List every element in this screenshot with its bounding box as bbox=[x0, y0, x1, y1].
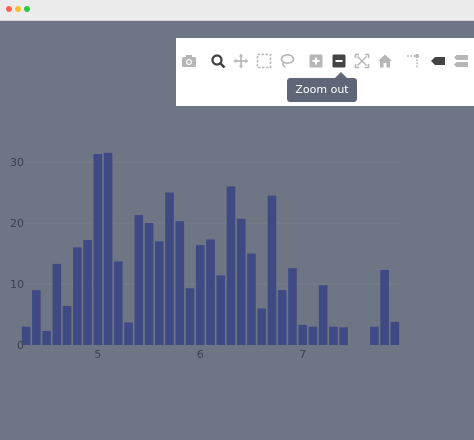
bar[interactable] bbox=[124, 322, 133, 345]
bar[interactable] bbox=[226, 186, 236, 345]
bar[interactable] bbox=[206, 239, 215, 345]
home-icon bbox=[378, 54, 392, 68]
x-tick-label: 7 bbox=[299, 348, 306, 361]
zoom-in-icon bbox=[309, 54, 323, 68]
y-tick-label: 20 bbox=[10, 217, 24, 230]
bar[interactable] bbox=[390, 321, 400, 345]
zoom-out-tooltip: Zoom out bbox=[287, 72, 357, 102]
bar[interactable] bbox=[380, 269, 389, 345]
bar[interactable] bbox=[298, 324, 307, 345]
reset-axes-button[interactable] bbox=[375, 51, 395, 71]
bar[interactable] bbox=[216, 275, 226, 345]
bar[interactable] bbox=[144, 223, 154, 345]
zoom-out-button[interactable] bbox=[329, 51, 349, 71]
bar[interactable] bbox=[339, 327, 348, 345]
bar[interactable] bbox=[175, 221, 185, 345]
bar[interactable] bbox=[134, 215, 144, 345]
hover-closest-icon bbox=[431, 57, 445, 65]
y-tick-label: 10 bbox=[10, 278, 24, 291]
zoom-icon bbox=[211, 54, 226, 69]
camera-icon bbox=[182, 55, 196, 67]
hover-compare-button[interactable] bbox=[451, 51, 471, 71]
x-tick-label: 6 bbox=[197, 348, 204, 361]
bar[interactable] bbox=[62, 305, 72, 345]
zoom-in-button[interactable] bbox=[306, 51, 326, 71]
lasso-select-button[interactable] bbox=[277, 51, 297, 71]
bar[interactable] bbox=[73, 247, 82, 345]
box-select-button[interactable] bbox=[254, 51, 274, 71]
bar[interactable] bbox=[277, 290, 287, 345]
pan-icon bbox=[233, 53, 249, 69]
hover-compare-icon bbox=[454, 55, 468, 67]
bar[interactable] bbox=[32, 290, 41, 345]
zoom-out-icon bbox=[332, 54, 346, 68]
bar[interactable] bbox=[103, 152, 113, 345]
bar[interactable] bbox=[257, 308, 267, 345]
y-tick-label: 30 bbox=[10, 156, 24, 169]
pan-button[interactable] bbox=[231, 51, 251, 71]
autoscale-button[interactable] bbox=[352, 51, 372, 71]
autoscale-icon bbox=[354, 53, 370, 69]
bar[interactable] bbox=[370, 326, 379, 345]
box-select-icon bbox=[256, 53, 272, 69]
bar[interactable] bbox=[185, 288, 195, 345]
y-tick-label: 0 bbox=[17, 339, 24, 352]
x-tick-label: 5 bbox=[94, 348, 101, 361]
spike-lines-icon bbox=[407, 54, 419, 68]
bar[interactable] bbox=[267, 195, 277, 345]
bar[interactable] bbox=[165, 192, 174, 346]
lasso-select-icon bbox=[280, 54, 295, 68]
bar[interactable] bbox=[247, 253, 256, 346]
spike-lines-button[interactable] bbox=[404, 51, 424, 71]
zoom-button[interactable] bbox=[208, 51, 228, 71]
camera-button[interactable] bbox=[179, 51, 199, 71]
bar[interactable] bbox=[236, 218, 246, 345]
bar[interactable] bbox=[154, 241, 164, 345]
bar[interactable] bbox=[308, 326, 318, 345]
bar[interactable] bbox=[329, 326, 338, 345]
bar[interactable] bbox=[42, 330, 51, 345]
bar[interactable] bbox=[114, 261, 123, 345]
bar[interactable] bbox=[318, 285, 328, 345]
bar[interactable] bbox=[288, 268, 297, 345]
bar[interactable] bbox=[93, 154, 103, 345]
bar[interactable] bbox=[52, 263, 62, 345]
bar[interactable] bbox=[195, 244, 205, 345]
hover-closest-button[interactable] bbox=[428, 51, 448, 71]
bar[interactable] bbox=[83, 240, 92, 345]
